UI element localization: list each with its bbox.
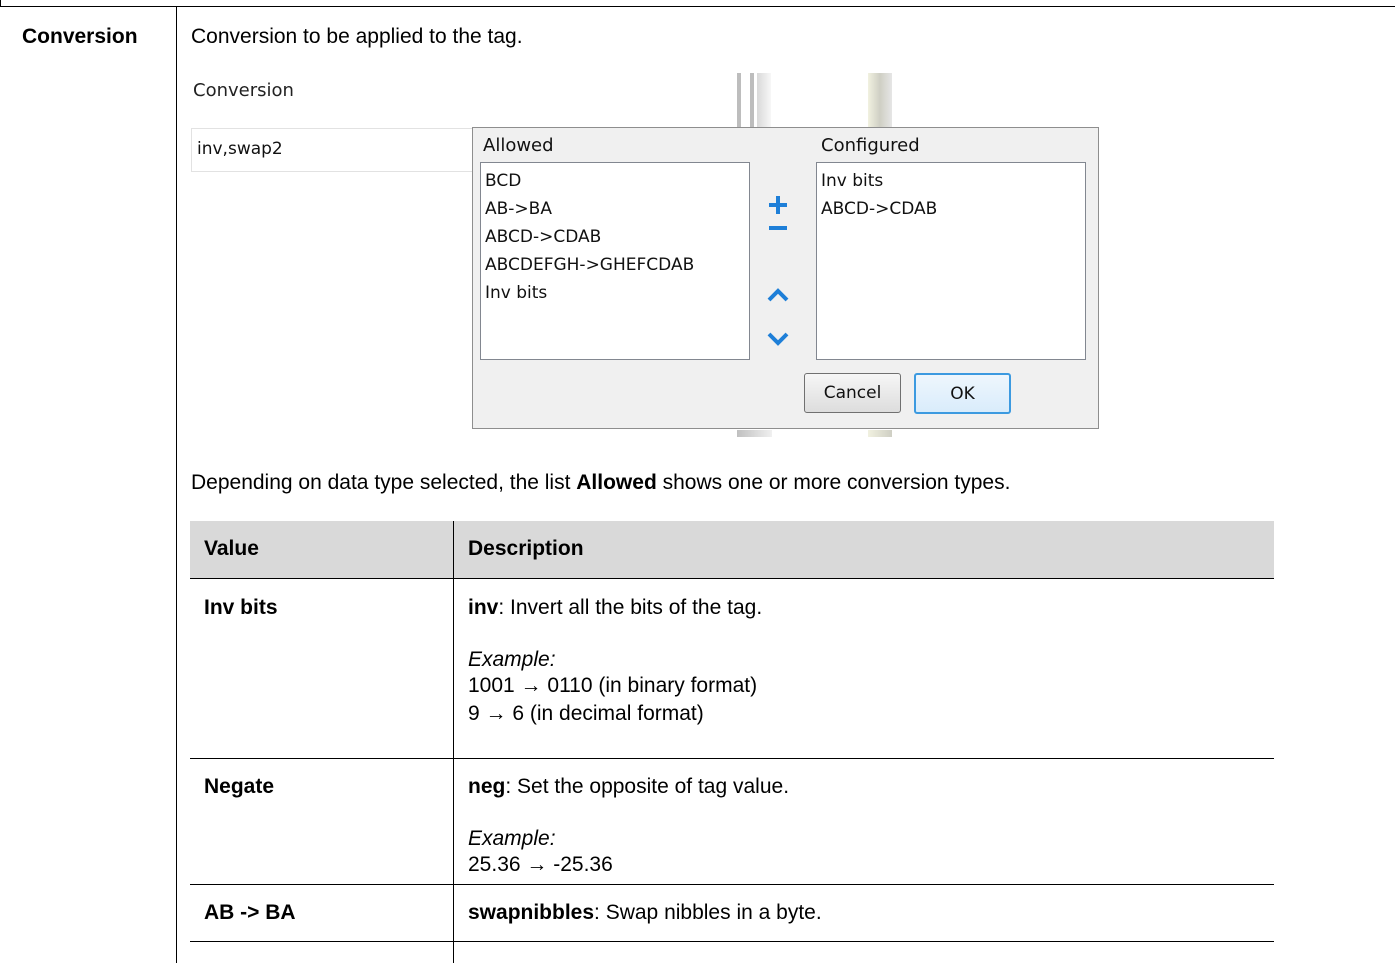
table-header: Value Description xyxy=(190,521,1274,579)
para-bold: Allowed xyxy=(576,471,657,494)
move-up-button[interactable] xyxy=(763,281,793,309)
row-value: AB -> BA xyxy=(204,901,296,924)
parameter-name: Conversion xyxy=(22,25,138,48)
row-value: Inv bits xyxy=(204,596,278,619)
allowed-label: Allowed xyxy=(483,135,554,156)
example-line: 9 → 6 (in decimal format) xyxy=(468,702,704,725)
allowed-item[interactable]: BCD xyxy=(485,167,749,195)
row-keyword: inv xyxy=(468,596,499,619)
row-description: swapnibbles: Swap nibbles in a byte. xyxy=(468,900,822,926)
row-divider xyxy=(190,758,1274,759)
example-line: 25.36 → -25.36 xyxy=(468,853,613,876)
para-text: Depending on data type selected, the lis… xyxy=(191,471,577,494)
bg-strip xyxy=(868,73,892,128)
conversion-field-label: Conversion xyxy=(193,80,294,101)
row-divider xyxy=(190,941,1274,942)
ok-button[interactable]: OK xyxy=(914,373,1011,414)
header-value: Value xyxy=(204,537,259,560)
chevron-up-icon xyxy=(767,288,789,302)
plus-icon xyxy=(769,196,787,214)
example-line: 1001 → 0110 (in binary format) xyxy=(468,674,758,697)
conversion-dialog: Allowed Configured BCD AB->BA ABCD->CDAB… xyxy=(472,127,1099,429)
minus-icon xyxy=(769,226,787,230)
configured-list[interactable]: Inv bits ABCD->CDAB xyxy=(816,162,1086,360)
bg-strip xyxy=(757,73,771,128)
row-value: Negate xyxy=(204,775,275,798)
column-divider xyxy=(176,7,177,963)
example-label: Example: xyxy=(468,827,556,850)
move-down-button[interactable] xyxy=(763,325,793,353)
configured-item[interactable]: ABCD->CDAB xyxy=(821,195,1085,223)
para-text: shows one or more conversion types. xyxy=(656,471,1011,494)
chevron-down-icon xyxy=(767,332,789,346)
top-rule xyxy=(0,6,1395,7)
row-desc-text: : Invert all the bits of the tag. xyxy=(498,596,763,619)
allowed-item[interactable]: ABCDEFGH->GHEFCDAB xyxy=(485,251,749,279)
row-desc-text: : Swap nibbles in a byte. xyxy=(594,901,822,924)
example-label: Example: xyxy=(468,648,556,671)
allowed-list[interactable]: BCD AB->BA ABCD->CDAB ABCDEFGH->GHEFCDAB… xyxy=(480,162,750,360)
allowed-explanation: Depending on data type selected, the lis… xyxy=(191,471,1010,495)
allowed-item[interactable]: Inv bits xyxy=(485,279,749,307)
row-description: neg: Set the opposite of tag value. xyxy=(468,774,789,800)
configured-label: Configured xyxy=(821,135,920,156)
row-description: inv: Invert all the bits of the tag. xyxy=(468,595,762,621)
bg-strip xyxy=(737,73,741,128)
allowed-item[interactable]: AB->BA xyxy=(485,195,749,223)
column-divider xyxy=(453,521,454,963)
row-divider xyxy=(190,884,1274,885)
parameter-description: Conversion to be applied to the tag. xyxy=(191,25,523,48)
header-description: Description xyxy=(468,537,584,560)
bg-strip xyxy=(750,73,754,128)
row-desc-text: : Set the opposite of tag value. xyxy=(505,775,790,798)
remove-button[interactable] xyxy=(763,214,793,242)
cancel-button[interactable]: Cancel xyxy=(804,373,901,413)
row-keyword: neg xyxy=(468,775,506,798)
row-keyword: swapnibbles xyxy=(468,901,595,924)
conversion-field[interactable]: inv,swap2 xyxy=(191,128,481,172)
configured-item[interactable]: Inv bits xyxy=(821,167,1085,195)
allowed-item[interactable]: ABCD->CDAB xyxy=(485,223,749,251)
bg-strip xyxy=(868,430,892,437)
bg-strip xyxy=(737,430,772,437)
